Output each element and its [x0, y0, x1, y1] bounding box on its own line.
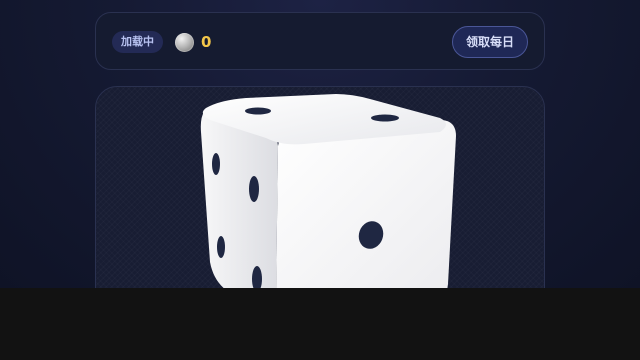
die-pip: [245, 107, 271, 115]
die-pip: [249, 176, 259, 202]
silver-coin-icon: [175, 33, 194, 52]
bottom-bar: [0, 288, 640, 360]
coin-count: 0: [201, 33, 212, 51]
game-viewport: 加载中 0 领取每日: [0, 0, 640, 288]
loading-status-badge: 加载中: [112, 31, 163, 53]
die-pip: [371, 114, 399, 122]
claim-daily-button[interactable]: 领取每日: [451, 26, 528, 58]
die-right-face: [276, 120, 456, 288]
die-left-face: [200, 112, 278, 288]
top-status-bar: 加载中 0 领取每日: [95, 12, 545, 70]
die-pip: [217, 236, 225, 258]
die[interactable]: [190, 88, 470, 288]
die-pip: [212, 153, 220, 175]
